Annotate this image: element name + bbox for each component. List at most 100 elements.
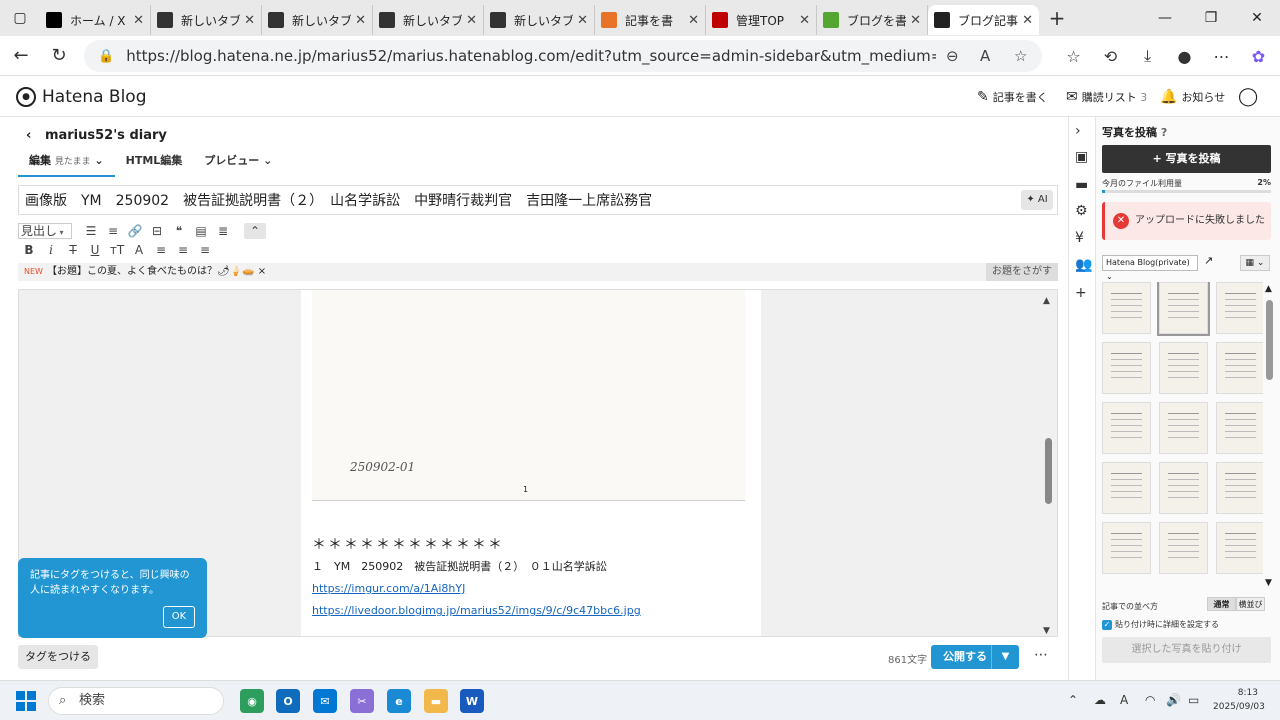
tab-html[interactable]: HTML編集 — [115, 153, 194, 177]
add-tag-button[interactable]: タグをつける — [18, 645, 98, 669]
browser-tab[interactable]: ブログ記事 ✕ — [928, 5, 1039, 35]
gear-icon[interactable]: ⚙ — [1075, 203, 1088, 219]
write-article-link[interactable]: ✎ 記事を書く — [977, 89, 1048, 105]
tip-ok-button[interactable]: OK — [163, 606, 195, 628]
bullet-list-icon[interactable]: ☰ — [80, 224, 102, 238]
more-format-icon[interactable]: ≣ — [212, 224, 234, 238]
article-body-text[interactable]: ＊＊＊＊＊＊＊＊＊＊＊＊ １ YM 250902 被告証拠説明書（２） ０１山名… — [312, 534, 641, 622]
favorites-icon[interactable]: ☆ — [1055, 47, 1092, 66]
publish-button[interactable]: 公開する ▼ — [931, 645, 1019, 669]
photo-thumbnail[interactable] — [1216, 402, 1263, 454]
cloud-icon[interactable]: ☁ — [1094, 693, 1106, 707]
favorite-star-icon[interactable]: ☆ — [1014, 47, 1027, 65]
photo-thumbnail[interactable] — [1216, 462, 1263, 514]
link-icon[interactable]: 🔗 — [124, 224, 146, 238]
windows-start-icon[interactable] — [16, 691, 36, 711]
external-link-icon[interactable]: ↗ — [1204, 254, 1213, 267]
more-menu-icon[interactable]: ⋯ — [1203, 47, 1240, 66]
ime-icon[interactable]: A — [1120, 693, 1128, 707]
reading-list-link[interactable]: ✉ 購読リスト 3 — [1066, 89, 1147, 105]
tab-actions-icon[interactable]: ▢ — [0, 0, 40, 36]
minimize-icon[interactable]: — — [1142, 0, 1188, 36]
wifi-icon[interactable]: ◠ — [1145, 693, 1155, 707]
browser-tab[interactable]: 新しいタブ ✕ — [262, 5, 373, 35]
order-side-button[interactable]: 横並び — [1236, 597, 1265, 611]
tab-close-icon[interactable]: ✕ — [466, 13, 477, 28]
editor-scrollbar[interactable]: ▲ ▼ — [1041, 290, 1055, 636]
article-title-input[interactable]: 画像版 YM 250902 被告証拠説明書（２） 山名学訴訟 中野晴行裁判官 吉… — [18, 185, 1058, 215]
livedoor-link[interactable]: https://livedoor.blogimg.jp/marius52/img… — [312, 604, 641, 617]
photo-scroll-up-icon[interactable]: ▲ — [1265, 284, 1272, 294]
align-center-icon[interactable]: ≡ — [172, 243, 194, 257]
tab-close-icon[interactable]: ✕ — [910, 13, 921, 28]
copilot-icon[interactable]: ✿ — [1240, 47, 1277, 66]
ai-button[interactable]: ✦ AI — [1021, 190, 1053, 210]
browser-tab[interactable]: ブログを書 ✕ — [817, 5, 928, 35]
people-icon[interactable]: 👥 — [1075, 257, 1092, 273]
browser-tab[interactable]: 管理TOP ✕ — [706, 5, 817, 35]
topic-close-icon[interactable]: × — [258, 266, 266, 277]
scroll-down-icon[interactable]: ▼ — [1043, 626, 1050, 636]
photo-thumbnail[interactable] — [1102, 282, 1151, 334]
browser-tab[interactable]: ホーム / X ✕ — [40, 5, 151, 35]
folder-icon[interactable]: ▬ — [1075, 177, 1088, 193]
reload-icon[interactable]: ↻ — [40, 45, 78, 66]
editor-page[interactable]: 250902-01 1 ＊＊＊＊＊＊＊＊＊＊＊＊ １ YM 250902 被告証… — [301, 290, 761, 636]
photo-thumbnail[interactable] — [1216, 522, 1263, 574]
strikethrough-icon[interactable]: T — [62, 243, 84, 257]
tab-edit[interactable]: 編集 見たまま ⌄ — [18, 153, 115, 177]
horizontal-rule-icon[interactable]: ⊟ — [146, 224, 168, 238]
table-icon[interactable]: ▤ — [190, 224, 212, 238]
lock-icon[interactable]: 🔒 — [98, 49, 114, 64]
tab-close-icon[interactable]: ✕ — [133, 13, 144, 28]
photo-thumbnail[interactable] — [1159, 402, 1208, 454]
bold-icon[interactable]: B — [18, 243, 40, 257]
history-icon[interactable]: ⟲ — [1092, 47, 1129, 66]
photo-scroll-thumb[interactable] — [1266, 300, 1273, 380]
photo-thumbnail[interactable] — [1102, 402, 1151, 454]
photo-thumbnail[interactable] — [1102, 522, 1151, 574]
tab-close-icon[interactable]: ✕ — [355, 13, 366, 28]
photo-thumbnail[interactable] — [1157, 282, 1210, 336]
browser-tab[interactable]: 記事を書 ✕ — [595, 5, 706, 35]
scroll-up-icon[interactable]: ▲ — [1043, 296, 1050, 306]
back-icon[interactable]: ← — [2, 45, 40, 66]
detail-checkbox[interactable]: ✓ 貼り付け時に詳細を設定する — [1102, 619, 1219, 630]
italic-icon[interactable]: i — [40, 243, 62, 257]
notifications-link[interactable]: 🔔 お知らせ — [1160, 89, 1225, 105]
photo-thumbnail[interactable] — [1216, 282, 1263, 334]
collapse-panel-icon[interactable]: › — [1075, 123, 1081, 139]
new-tab-button[interactable]: + — [1039, 6, 1075, 30]
order-normal-button[interactable]: 通常 — [1207, 597, 1236, 611]
photo-thumbnail[interactable] — [1159, 342, 1208, 394]
photo-icon[interactable]: ▣ — [1075, 149, 1088, 165]
outlook-icon[interactable]: O — [276, 689, 300, 713]
grid-view-icon[interactable]: ▦ ⌄ — [1240, 255, 1270, 271]
tab-close-icon[interactable]: ✕ — [244, 13, 255, 28]
volume-icon[interactable]: 🔊 — [1166, 693, 1181, 707]
upload-photo-button[interactable]: + 写真を投稿 — [1102, 145, 1271, 173]
scanned-document-image[interactable]: 250902-01 1 — [312, 290, 745, 501]
tab-close-icon[interactable]: ✕ — [799, 13, 810, 28]
tab-close-icon[interactable]: ✕ — [577, 13, 588, 28]
find-topic-button[interactable]: お題をさがす — [986, 263, 1058, 281]
blog-title[interactable]: ‹ marius52's diary — [26, 128, 167, 143]
photo-thumbnail[interactable] — [1159, 462, 1208, 514]
photo-thumbnail[interactable] — [1102, 342, 1151, 394]
close-window-icon[interactable]: ✕ — [1234, 0, 1280, 36]
battery-icon[interactable]: ▭ — [1188, 693, 1199, 707]
downloads-icon[interactable]: ⤓ — [1129, 46, 1166, 66]
mail-icon[interactable]: ✉ — [313, 689, 337, 713]
user-icon[interactable]: ◯ — [1238, 86, 1258, 107]
help-icon[interactable]: ? — [1161, 126, 1167, 139]
taskbar-search[interactable]: ⌕ 検索 — [48, 687, 224, 715]
clock[interactable]: 8:13 2025/09/03 — [1213, 686, 1265, 714]
hatena-logo[interactable]: ● Hatena Blog — [16, 87, 147, 107]
imgur-link[interactable]: https://imgur.com/a/1Ai8hYJ — [312, 582, 465, 595]
tab-preview[interactable]: プレビュー ⌄ — [193, 153, 283, 177]
tab-close-icon[interactable]: ✕ — [688, 13, 699, 28]
yen-icon[interactable]: ¥ — [1075, 230, 1084, 246]
photo-thumbnail[interactable] — [1102, 462, 1151, 514]
text-color-icon[interactable]: A — [128, 243, 150, 257]
zoom-icon[interactable]: ⊖ — [946, 47, 959, 65]
